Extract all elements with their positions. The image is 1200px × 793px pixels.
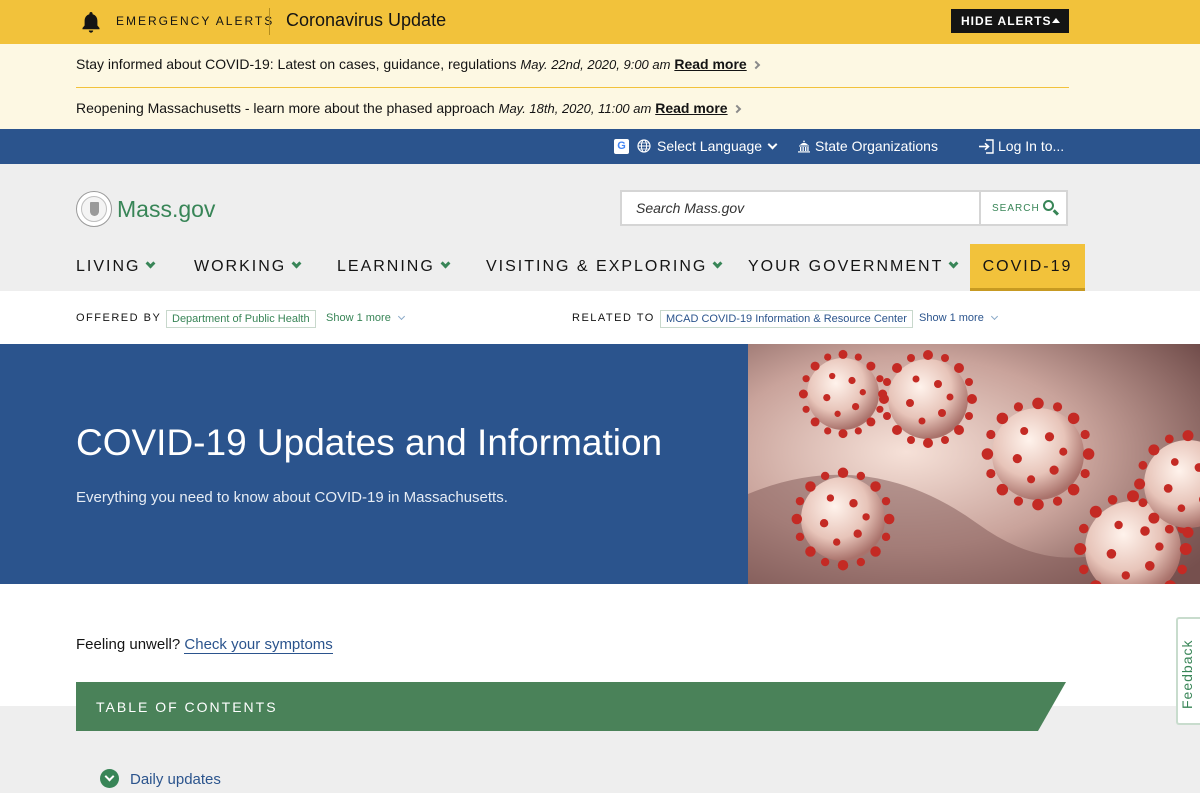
nav-label: VISITING & EXPLORING [486,258,708,275]
check-symptoms-link[interactable]: Check your symptoms [184,636,333,654]
chevron-up-icon [1052,18,1060,23]
unwell-text: Feeling unwell? [76,636,181,653]
search-button-label: SEARCH [992,202,1040,214]
search-icon [1043,200,1054,211]
bell-icon [78,9,104,35]
coronavirus-image [748,344,1200,584]
offered-by-label: OFFERED BY [76,312,162,324]
nav-covid-19[interactable]: COVID-19 [970,244,1085,291]
alert-read-more-link[interactable]: Read more [674,56,746,72]
chevron-down-icon [712,258,723,269]
related-to-tag[interactable]: MCAD COVID-19 Information & Resource Cen… [660,310,913,328]
feedback-label: Feedback [1179,639,1195,709]
show-more-label: Show 1 more [326,312,391,324]
toc-item-label: Daily updates [130,771,221,788]
hero-banner: COVID-19 Updates and Information Everyth… [0,344,748,584]
alert-separator [76,87,1069,88]
alert-item: Reopening Massachusetts - learn more abo… [76,100,741,120]
related-to-show-more[interactable]: Show 1 more [919,312,998,324]
nav-learning[interactable]: LEARNING [337,248,451,288]
offered-by-show-more[interactable]: Show 1 more [326,312,405,324]
search-form: SEARCH [620,190,1068,226]
select-language-button[interactable]: Select Language [657,138,762,154]
emergency-alerts-bar: EMERGENCY ALERTS Coronavirus Update HIDE… [0,0,1200,44]
chevron-down-icon [397,312,405,321]
login-icon [979,139,994,154]
nav-visiting-exploring[interactable]: VISITING & EXPLORING [486,248,723,288]
site-header: Mass.gov SEARCH LIVING WORKING LEARNING … [0,164,1200,291]
offered-by-tag[interactable]: Department of Public Health [166,310,316,328]
alert-read-more-link[interactable]: Read more [655,100,727,116]
chevron-down-icon [440,258,451,269]
alerts-title: Coronavirus Update [286,10,447,30]
hide-alerts-button[interactable]: HIDE ALERTS [951,9,1069,33]
feedback-button[interactable]: Feedback [1176,617,1200,725]
site-logo-text[interactable]: Mass.gov [117,196,215,223]
alert-date: May. 22nd, 2020, 9:00 am [520,57,671,72]
chevron-down-icon [990,312,998,321]
globe-icon [637,139,651,153]
chevron-down-icon [100,769,119,788]
chevron-right-icon [732,104,741,114]
chevron-down-icon [146,258,156,269]
chevron-right-icon [751,60,760,70]
alert-text: Reopening Massachusetts - learn more abo… [76,100,495,116]
page-subtitle: Everything you need to know about COVID-… [76,489,508,506]
nav-label: LEARNING [337,258,435,275]
login-button[interactable]: Log In to... [998,138,1064,154]
alert-text: Stay informed about COVID-19: Latest on … [76,56,517,72]
page-title: COVID-19 Updates and Information [76,422,663,463]
offered-by-bar: OFFERED BY Department of Public Health S… [0,291,1200,344]
related-to-label: RELATED TO [572,312,655,324]
show-more-label: Show 1 more [919,312,984,324]
alerts-kicker: EMERGENCY ALERTS [116,14,275,28]
search-input[interactable] [622,192,979,224]
alerts-divider [269,8,270,35]
nav-living[interactable]: LIVING [76,248,156,288]
alert-date: May. 18th, 2020, 11:00 am [498,101,652,116]
chevron-down-icon [767,139,778,150]
unwell-prompt: Feeling unwell? Check your symptoms [76,636,333,654]
capitol-icon [798,140,810,153]
toc-title: TABLE OF CONTENTS [96,699,278,715]
seal-inner [81,196,107,222]
hide-alerts-label: HIDE ALERTS [961,14,1052,28]
alert-item: Stay informed about COVID-19: Latest on … [76,56,760,76]
nav-label: YOUR GOVERNMENT [748,258,944,275]
state-organizations-button[interactable]: State Organizations [815,138,938,154]
nav-your-government[interactable]: YOUR GOVERNMENT [748,248,959,288]
chevron-down-icon [291,258,302,269]
nav-label: LIVING [76,258,141,275]
google-icon: G [614,139,629,154]
chevron-down-icon [948,258,959,269]
search-button[interactable]: SEARCH [979,192,1066,224]
nav-label: WORKING [194,258,287,275]
alerts-list: Stay informed about COVID-19: Latest on … [0,44,1200,129]
utility-nav: G Select Language State Organizations Lo… [0,129,1200,164]
nav-working[interactable]: WORKING [194,248,302,288]
mass-seal-logo[interactable] [76,191,112,227]
